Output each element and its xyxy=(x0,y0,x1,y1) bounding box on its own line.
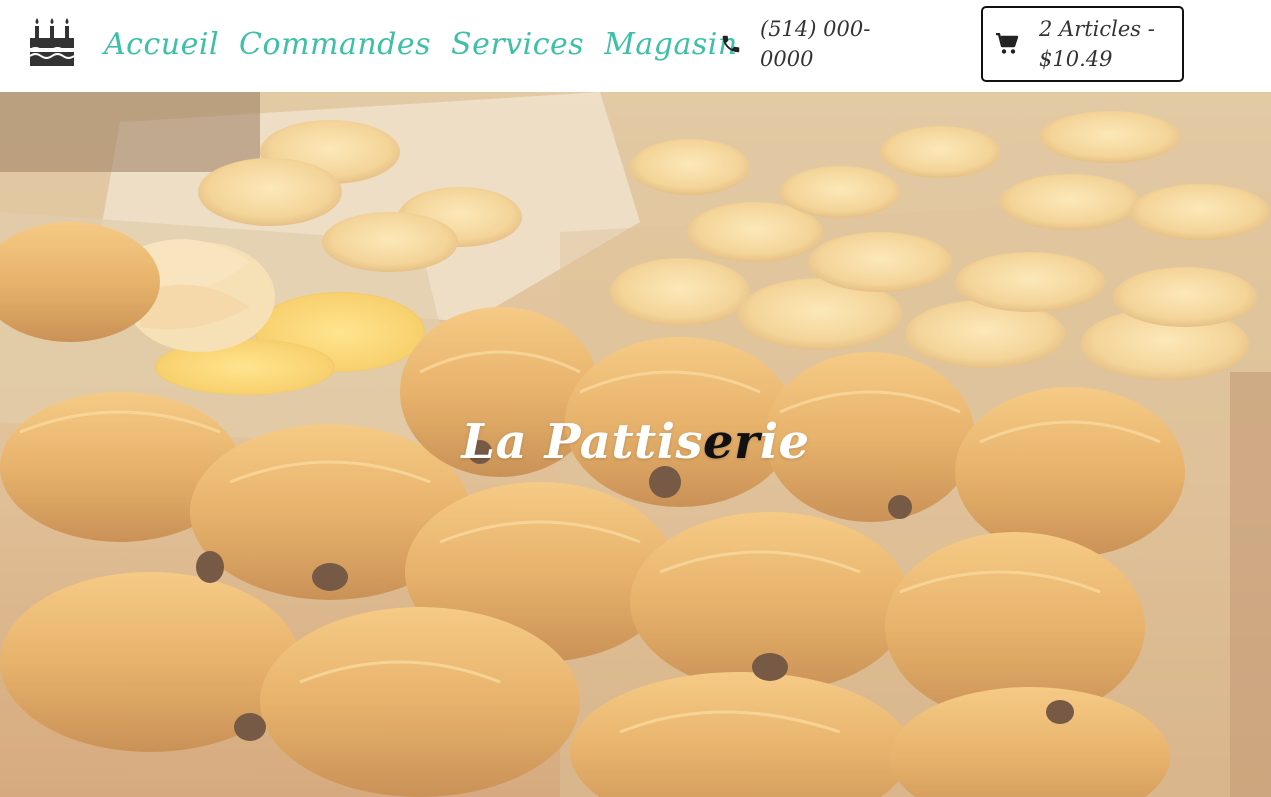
hero-title-part-3: ie xyxy=(759,414,810,470)
phone-number: (514) 000-0000 xyxy=(760,17,871,71)
site-header: Accueil Commandes Services Magasin (514)… xyxy=(0,0,1271,92)
cart-button[interactable]: 2 Articles - $10.49 xyxy=(981,6,1184,82)
cart-summary: 2 Articles - $10.49 xyxy=(1039,17,1155,71)
nav-item-services[interactable]: Services xyxy=(451,22,584,68)
hero-banner: La Pattiserie xyxy=(0,92,1271,797)
nav-item-magasin[interactable]: Magasin xyxy=(604,22,738,68)
hero-title: La Pattiserie xyxy=(0,414,1271,470)
birthday-cake-icon[interactable] xyxy=(28,16,76,68)
hero-title-part-1: La Pattis xyxy=(461,414,703,470)
hero-title-part-2: er xyxy=(702,414,760,470)
phone-icon xyxy=(720,33,742,55)
nav-item-accueil[interactable]: Accueil xyxy=(104,22,219,68)
phone-contact[interactable]: (514) 000-0000 xyxy=(720,14,890,74)
main-nav: Accueil Commandes Services Magasin xyxy=(104,22,738,68)
nav-item-commandes[interactable]: Commandes xyxy=(239,22,431,68)
shopping-cart-icon xyxy=(995,32,1019,55)
